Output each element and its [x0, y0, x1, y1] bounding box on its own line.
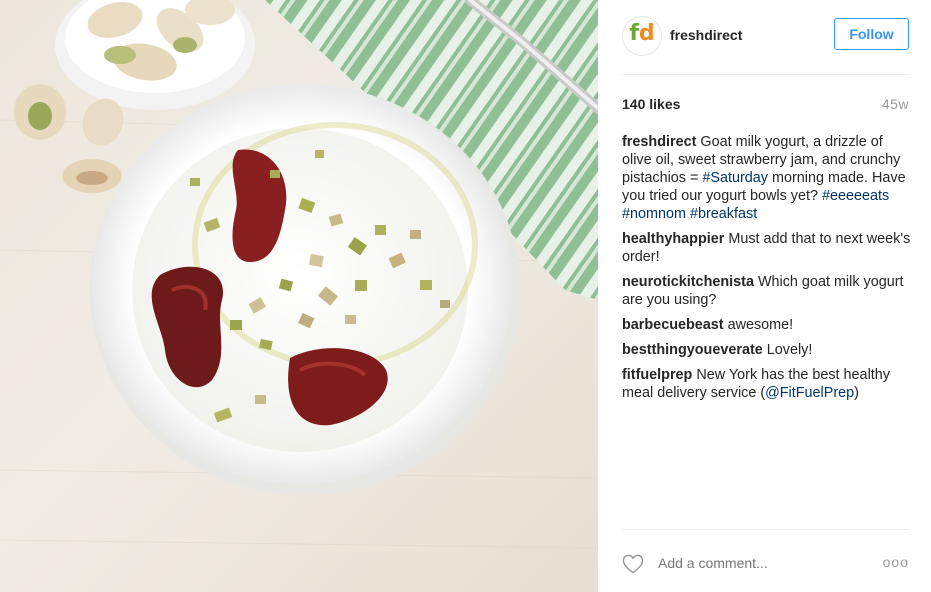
hashtag-breakfast[interactable]: #breakfast	[690, 206, 757, 222]
comments-list: freshdirect Goat milk yogurt, a drizzle …	[622, 133, 912, 409]
divider	[622, 529, 909, 530]
avatar-logo-f: f	[629, 21, 639, 46]
comment-item: healthyhappier Must add that to next wee…	[622, 230, 912, 266]
comment-text: awesome!	[727, 317, 794, 333]
post-details-panel: fd freshdirect Follow 140 likes 45w fres…	[598, 0, 931, 592]
comment-item: neurotickitchenista Which goat milk yogu…	[622, 273, 912, 309]
hashtag-nomnom[interactable]: #nomnom	[622, 206, 686, 222]
heart-icon[interactable]	[622, 554, 644, 574]
post-header: fd freshdirect Follow	[622, 16, 909, 56]
comment-item: fitfuelprep New York has the best health…	[622, 366, 912, 402]
post-age[interactable]: 45w	[882, 96, 909, 112]
comment-username[interactable]: barbecuebeast	[622, 317, 724, 333]
comment-username[interactable]: fitfuelprep	[622, 367, 692, 383]
post-stats: 140 likes 45w	[622, 96, 909, 114]
comment-text: Lovely!	[766, 342, 813, 358]
comment-text-end: )	[854, 385, 859, 401]
avatar-logo: fd	[623, 21, 661, 46]
avatar[interactable]: fd	[622, 16, 662, 56]
comment-item: barbecuebeast awesome!	[622, 316, 912, 334]
more-options-icon[interactable]: ooo	[883, 554, 909, 570]
hashtag-saturday[interactable]: #Saturday	[702, 170, 768, 186]
comment-item: bestthingyoueverate Lovely!	[622, 341, 912, 359]
comment-input[interactable]	[658, 555, 858, 571]
hashtag-eeeeeats[interactable]: #eeeeeats	[822, 188, 889, 204]
comment-username[interactable]: healthyhappier	[622, 231, 724, 247]
likes-count[interactable]: 140 likes	[622, 96, 680, 112]
avatar-logo-d: d	[638, 21, 655, 46]
follow-button[interactable]: Follow	[834, 18, 909, 50]
divider	[622, 74, 909, 75]
comment-username[interactable]: neurotickitchenista	[622, 274, 754, 290]
mention-link[interactable]: @FitFuelPrep	[765, 385, 854, 401]
username-link[interactable]: freshdirect	[670, 27, 742, 43]
caption: freshdirect Goat milk yogurt, a drizzle …	[622, 133, 912, 223]
caption-username[interactable]: freshdirect	[622, 134, 696, 150]
yogurt-bowl-image	[0, 0, 598, 549]
comment-username[interactable]: bestthingyoueverate	[622, 342, 763, 358]
comment-bar: ooo	[622, 548, 909, 578]
post-photo[interactable]	[0, 0, 598, 592]
